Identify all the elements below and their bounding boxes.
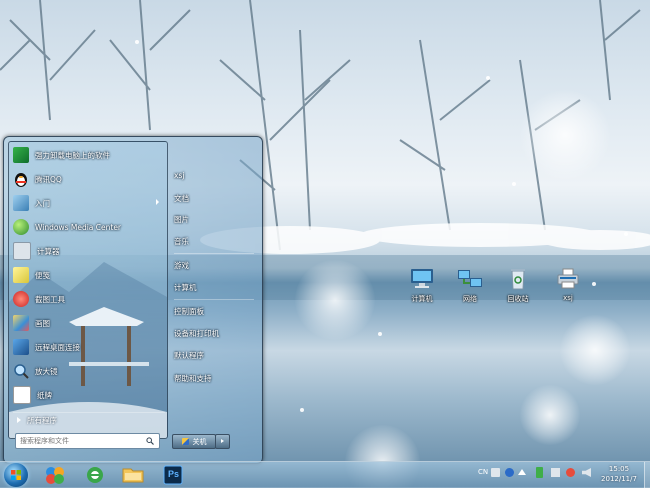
volume-icon[interactable]	[582, 468, 591, 477]
start-item-sticky-notes[interactable]: 便笺	[11, 264, 163, 286]
snowflake	[624, 232, 628, 236]
bokeh-light	[520, 385, 580, 445]
language-indicator[interactable]: CN	[478, 468, 488, 488]
taskbar-photoshop[interactable]: Ps	[158, 464, 188, 486]
windows-live-icon	[46, 467, 64, 484]
start-item-remote-desktop[interactable]: 远程桌面连接	[11, 336, 163, 358]
recycle-bin-icon	[505, 268, 531, 290]
snowflake	[486, 76, 490, 80]
network-tray-icon[interactable]	[551, 468, 560, 477]
search-icon[interactable]	[146, 437, 154, 445]
system-clock[interactable]: 15:05 2012/11/7	[596, 464, 642, 484]
start-item-magnifier[interactable]: 放大镜	[11, 360, 163, 382]
shield-icon	[181, 438, 189, 445]
separator	[174, 299, 254, 300]
internet-explorer-icon	[87, 467, 103, 483]
bokeh-light	[295, 260, 375, 340]
show-desktop-button[interactable]	[644, 462, 650, 488]
keyboard-icon[interactable]	[491, 468, 500, 477]
shutdown-options-button[interactable]	[215, 434, 230, 449]
all-programs-button[interactable]: 所有程序	[13, 412, 165, 427]
triangle-right-icon	[17, 417, 21, 423]
magnifier-icon	[13, 363, 29, 379]
uninstall-icon	[13, 147, 29, 163]
bokeh-light	[560, 315, 630, 385]
start-item-paint[interactable]: 画图	[11, 312, 163, 334]
programs-pane: 强力卸载电脑上的软件 腾讯QQ 入门 Windows Media Center …	[8, 141, 168, 439]
snowflake	[135, 40, 139, 44]
start-menu: 强力卸载电脑上的软件 腾讯QQ 入门 Windows Media Center …	[3, 136, 263, 464]
right-item-documents[interactable]: 文档	[174, 193, 254, 207]
sticky-notes-icon	[13, 267, 29, 283]
calculator-icon	[13, 242, 31, 260]
right-item-help-support[interactable]: 帮助和支持	[174, 373, 254, 387]
windows-logo-icon	[11, 470, 21, 480]
snowflake	[300, 408, 304, 412]
start-item-calculator[interactable]: 计算器	[11, 240, 163, 262]
desktop-icon-recycle-bin[interactable]: 回收站	[498, 268, 538, 318]
submenu-arrow-icon	[156, 199, 159, 205]
media-center-icon	[13, 219, 29, 235]
taskbar-file-explorer[interactable]	[118, 464, 148, 486]
battery-icon[interactable]	[536, 467, 543, 478]
right-item-computer[interactable]: 计算机	[174, 282, 254, 296]
network-icon	[457, 268, 483, 290]
file-explorer-icon	[122, 468, 144, 483]
desktop-icon-network[interactable]: 网络	[450, 268, 490, 318]
taskbar-internet-explorer[interactable]	[80, 464, 110, 486]
computer-icon	[409, 268, 435, 290]
help-icon[interactable]	[505, 468, 514, 477]
right-item-default-programs[interactable]: 默认程序	[174, 350, 254, 364]
search-input[interactable]	[16, 435, 146, 447]
right-item-control-panel[interactable]: 控制面板	[174, 306, 254, 320]
solitaire-icon	[13, 386, 31, 404]
bokeh-light	[520, 90, 610, 180]
qq-penguin-icon	[13, 171, 29, 187]
desktop-icon-user-folder[interactable]: xsj	[548, 268, 588, 318]
shutdown-button[interactable]: 关机	[172, 434, 216, 449]
start-item-snipping-tool[interactable]: 截图工具	[11, 288, 163, 310]
start-item-uninstaller[interactable]: 强力卸载电脑上的软件	[11, 144, 163, 166]
separator	[174, 253, 254, 254]
start-item-getting-started[interactable]: 入门	[11, 192, 163, 214]
start-item-qq[interactable]: 腾讯QQ	[11, 168, 163, 190]
getting-started-icon	[13, 195, 29, 211]
snowflake	[592, 282, 596, 286]
right-item-user[interactable]: xsj	[174, 171, 254, 185]
start-item-solitaire[interactable]: 纸牌	[11, 384, 163, 406]
chevron-right-icon	[221, 439, 224, 443]
snowflake	[512, 182, 516, 186]
taskbar-windows-live[interactable]	[40, 464, 70, 486]
right-item-pictures[interactable]: 图片	[174, 214, 254, 228]
snowflake	[378, 332, 382, 336]
flag-icon[interactable]	[566, 468, 575, 477]
snipping-tool-icon	[13, 291, 29, 307]
show-hidden-icons-icon[interactable]	[518, 469, 526, 475]
printer-icon	[555, 268, 581, 290]
right-item-music[interactable]: 音乐	[174, 236, 254, 250]
paint-icon	[13, 315, 29, 331]
remote-desktop-icon	[13, 339, 29, 355]
right-item-devices-printers[interactable]: 设备和打印机	[174, 328, 254, 342]
desktop-icon-computer[interactable]: 计算机	[402, 268, 442, 318]
start-button[interactable]	[4, 463, 28, 487]
start-search-box[interactable]	[15, 433, 160, 449]
start-item-media-center[interactable]: Windows Media Center	[11, 216, 163, 238]
taskbar: Ps CN 15:05 2012/11/7	[0, 461, 650, 488]
right-item-games[interactable]: 游戏	[174, 260, 254, 274]
